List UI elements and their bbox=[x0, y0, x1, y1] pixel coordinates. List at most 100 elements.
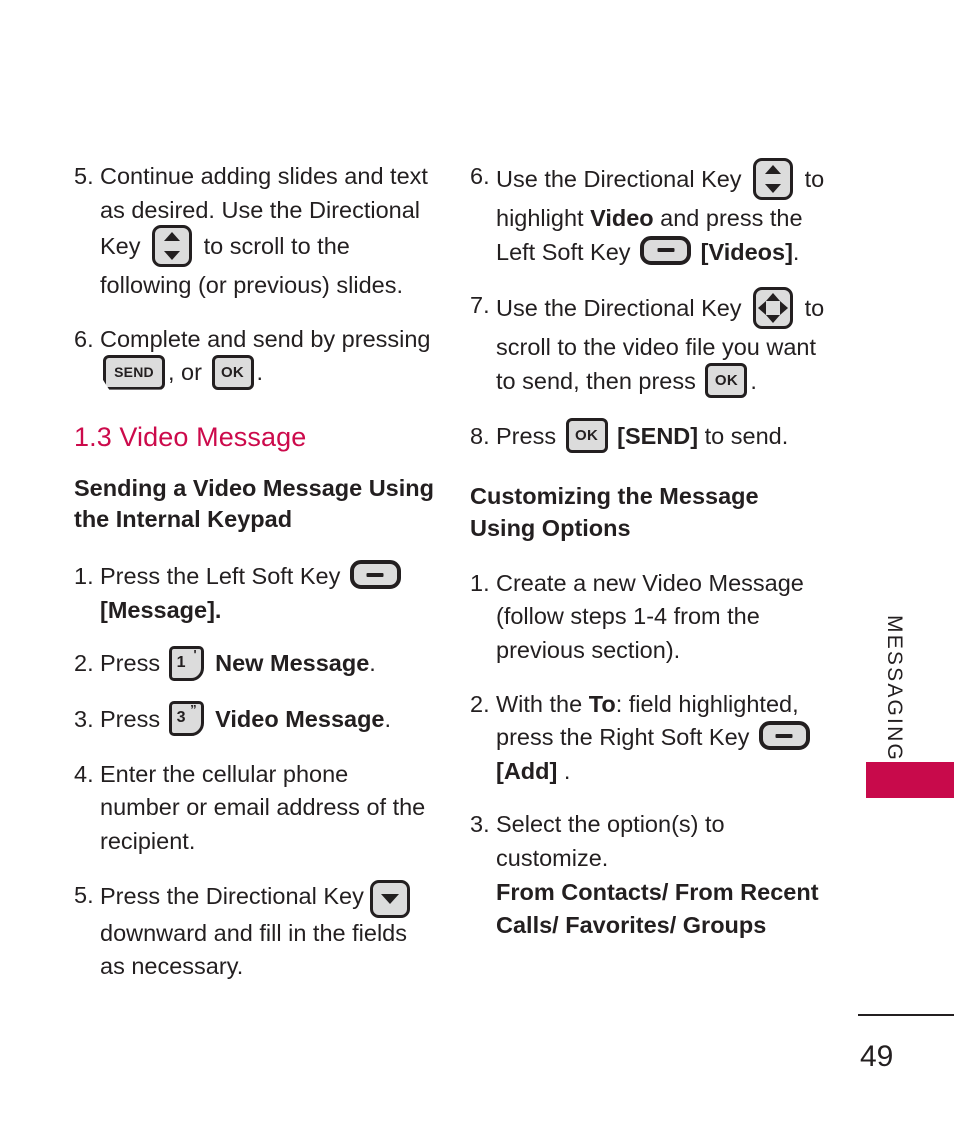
ok-key-icon: OK bbox=[705, 363, 748, 399]
list-item: 1. Press the Left Soft Key [Message]. bbox=[74, 560, 434, 627]
keypad-superscript: ” bbox=[190, 701, 197, 717]
step-number: 2. bbox=[470, 690, 490, 717]
step-text-part: Use the Directional Key bbox=[496, 166, 742, 193]
list-item: 5. Press the Directional Key downward an… bbox=[74, 879, 434, 984]
step-text-bold: [Add] bbox=[496, 757, 558, 784]
list-item: 2. Press 1 ' New Message. bbox=[74, 645, 434, 682]
step-text-part: Press bbox=[100, 705, 161, 732]
step-text-part: . bbox=[557, 757, 571, 784]
step-text-bold: New Message bbox=[215, 650, 370, 677]
soft-key-icon bbox=[758, 721, 810, 751]
step-text: Select the option(s) to customize. From … bbox=[496, 808, 830, 942]
list-item: 3. Press 3 ” Video Message. bbox=[74, 700, 434, 738]
left-column: 5. Continue adding slides and text as de… bbox=[74, 160, 434, 1004]
step-text-part: Press bbox=[100, 650, 161, 677]
step-number: 3. bbox=[470, 811, 490, 838]
right-column: 6. Use the Directional Key to highlight … bbox=[470, 158, 830, 963]
step-text-bold: Video bbox=[590, 205, 654, 231]
footer-divider bbox=[858, 1014, 954, 1016]
subsection-heading: Sending a Video Message Using the Intern… bbox=[74, 474, 434, 533]
directional-key-down-icon bbox=[370, 879, 411, 918]
step-number: 4. bbox=[74, 760, 94, 787]
directional-key-up-down-icon bbox=[152, 225, 193, 268]
step-text-bold: Video Message bbox=[215, 705, 385, 732]
send-key-icon: SEND bbox=[103, 354, 165, 390]
ok-key-icon: OK bbox=[211, 354, 254, 390]
directional-key-up-down-icon bbox=[753, 158, 794, 200]
step-text: Use the Directional Key to scroll to the… bbox=[496, 287, 830, 400]
step-text: Complete and send by pressing SEND, or O… bbox=[100, 323, 434, 392]
step-text-part: Select the option(s) to customize. bbox=[496, 811, 725, 871]
manual-page: 5. Continue adding slides and text as de… bbox=[0, 0, 954, 1145]
step-text: Continue adding slides and text as desir… bbox=[100, 160, 434, 303]
directional-key-four-way-icon bbox=[753, 287, 794, 330]
step-number: 3. bbox=[74, 705, 94, 732]
list-item: 6. Use the Directional Key to highlight … bbox=[470, 158, 830, 269]
arrow-up-glyph bbox=[164, 232, 181, 242]
arrow-up-glyph bbox=[765, 165, 782, 174]
step-text-part: downward and fill in the fields as neces… bbox=[100, 919, 407, 980]
section-thumb-tab bbox=[866, 762, 954, 798]
step-text-bold: From Contacts/ From Recent Calls/ Favori… bbox=[496, 878, 819, 939]
step-text-part: Press bbox=[496, 423, 557, 450]
step-text: Use the Directional Key to highlight Vid… bbox=[496, 158, 830, 269]
step-text: Press the Directional Key downward and f… bbox=[100, 879, 434, 984]
ok-key-icon: OK bbox=[565, 418, 608, 454]
step-text-bold: To bbox=[588, 690, 616, 717]
keypad-key-3-icon: 3 ” bbox=[168, 700, 204, 736]
step-text: Press OK [SEND] to send. bbox=[496, 418, 830, 455]
step-text: Press the Left Soft Key [Message]. bbox=[100, 560, 434, 627]
step-number: 8. bbox=[470, 423, 490, 450]
keypad-key-1-icon: 1 ' bbox=[168, 645, 204, 681]
list-item: 7. Use the Directional Key to scroll to … bbox=[470, 287, 830, 400]
step-text-bold: [Videos] bbox=[700, 238, 793, 265]
step-number: 2. bbox=[74, 650, 94, 677]
step-text-part: . bbox=[384, 705, 392, 732]
step-text: Press 1 ' New Message. bbox=[100, 645, 434, 682]
step-text-part: . bbox=[750, 367, 757, 394]
arrow-right-glyph bbox=[780, 301, 789, 316]
soft-key-dash-glyph bbox=[366, 572, 384, 577]
step-text-part: Press the Directional Key bbox=[100, 882, 364, 909]
step-number: 6. bbox=[470, 163, 490, 189]
step-number: 6. bbox=[74, 325, 94, 352]
step-text-part: Use the Directional Key bbox=[496, 295, 742, 322]
step-number: 1. bbox=[470, 569, 490, 596]
step-number: 5. bbox=[74, 881, 94, 908]
arrow-down-glyph bbox=[765, 184, 782, 193]
step-text-part: . bbox=[792, 238, 800, 265]
soft-key-icon bbox=[640, 235, 692, 265]
list-item: 6. Complete and send by pressing SEND, o… bbox=[74, 323, 434, 392]
page-title: 1.3 Video Message bbox=[74, 421, 307, 452]
step-text: Create a new Video Message (follow steps… bbox=[496, 569, 804, 663]
arrow-down-glyph bbox=[766, 315, 781, 324]
arrow-up-glyph bbox=[766, 293, 781, 302]
step-text-part: to send. bbox=[704, 423, 789, 450]
subsection-heading: Customizing the Message Using Options bbox=[470, 483, 759, 542]
soft-key-dash-glyph bbox=[657, 248, 675, 253]
list-item: 2. With the To: field highlighted, press… bbox=[470, 688, 830, 789]
step-text-part: . bbox=[369, 650, 376, 677]
page-number: 49 bbox=[860, 1040, 894, 1073]
step-number: 5. bbox=[74, 163, 94, 189]
keypad-digit: 3 bbox=[176, 708, 186, 726]
step-text-part: , or bbox=[168, 359, 202, 386]
step-text-bold: [Message]. bbox=[100, 596, 222, 623]
arrow-down-glyph bbox=[164, 251, 181, 261]
soft-key-dash-glyph bbox=[775, 733, 793, 738]
step-text-part: With the bbox=[496, 690, 583, 717]
list-item: 3. Select the option(s) to customize. Fr… bbox=[470, 808, 830, 942]
section-side-label: MESSAGING bbox=[883, 615, 906, 762]
list-item: 4. Enter the cellular phone number or em… bbox=[74, 758, 434, 859]
step-text-part: Complete and send by pressing bbox=[100, 325, 431, 352]
arrow-left-glyph bbox=[758, 301, 767, 316]
list-item: 1. Create a new Video Message (follow st… bbox=[470, 567, 830, 668]
step-text-part: Press the Left Soft Key bbox=[100, 563, 341, 590]
step-number: 1. bbox=[74, 563, 94, 590]
step-text: Enter the cellular phone number or email… bbox=[100, 760, 426, 855]
step-text: Press 3 ” Video Message. bbox=[100, 700, 434, 738]
soft-key-icon bbox=[349, 560, 401, 590]
list-item: 8. Press OK [SEND] to send. bbox=[470, 418, 830, 455]
keypad-digit: 1 bbox=[176, 653, 186, 671]
step-number: 7. bbox=[470, 292, 490, 319]
